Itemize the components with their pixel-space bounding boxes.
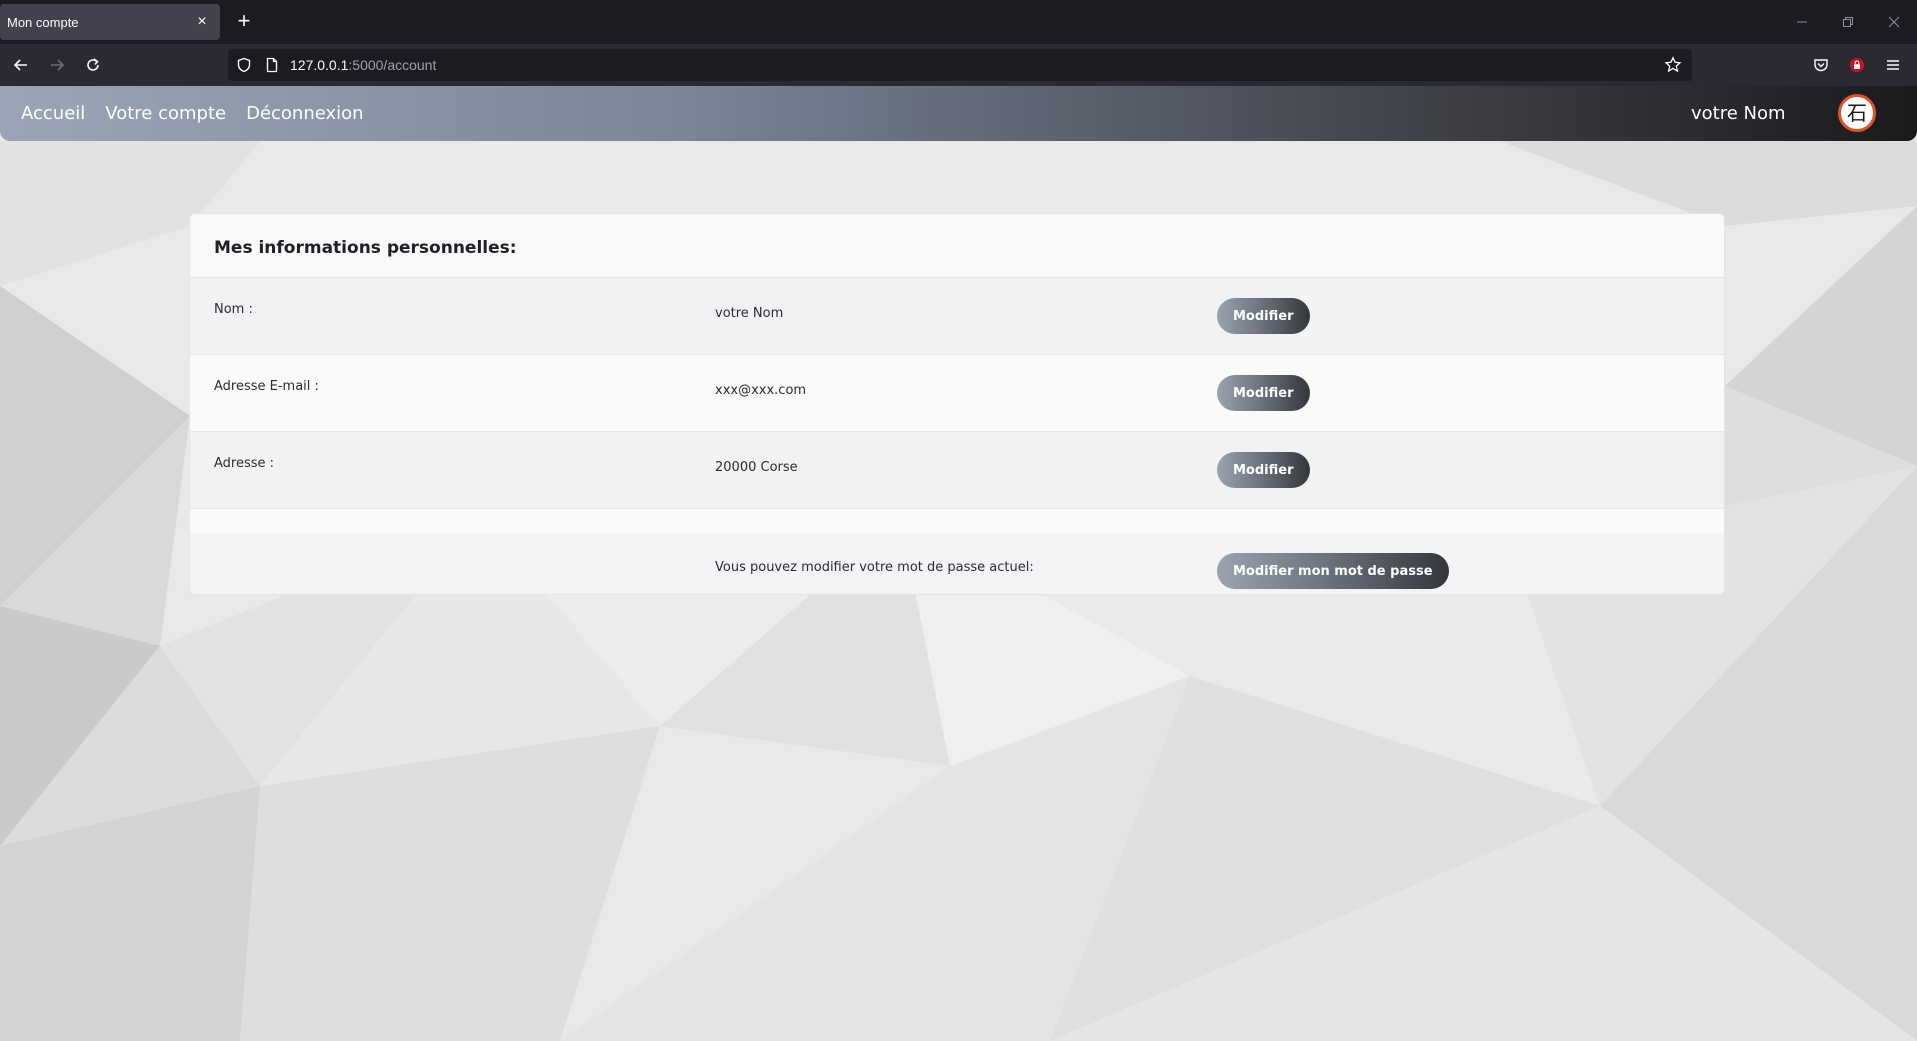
site-logo[interactable]: 石: [1838, 94, 1876, 132]
row-value: votre Nom: [715, 306, 784, 321]
page-icon[interactable]: [264, 57, 280, 78]
restore-icon[interactable]: [1825, 0, 1871, 44]
card-spacer: [190, 509, 1724, 533]
account-info-card: Mes informations personnelles: Nom : vot…: [189, 213, 1725, 595]
new-tab-icon[interactable]: +: [232, 10, 256, 34]
browser-nav-bar: 127.0.0.1:5000/account: [0, 44, 1917, 86]
site-nav: Accueil Votre compte Déconnexion: [21, 103, 364, 124]
password-text: Vous pouvez modifier votre mot de passe …: [715, 560, 1034, 575]
password-row: Vous pouvez modifier votre mot de passe …: [190, 533, 1724, 594]
back-arrow-icon[interactable]: [9, 53, 33, 77]
close-icon[interactable]: [1871, 0, 1917, 44]
browser-tab[interactable]: Mon compte ×: [0, 4, 220, 40]
row-label: Nom :: [214, 302, 253, 317]
row-label: Adresse E-mail :: [214, 379, 319, 394]
card-title: Mes informations personnelles:: [214, 238, 517, 258]
edit-address-button[interactable]: Modifier: [1217, 452, 1310, 488]
url-host: 127.0.0.1: [290, 57, 349, 73]
account-row-email: Adresse E-mail : xxx@xxx.com Modifier: [190, 355, 1724, 432]
browser-tab-bar: Mon compte × +: [0, 0, 1917, 44]
site-header: Accueil Votre compte Déconnexion votre N…: [0, 86, 1917, 141]
edit-name-button[interactable]: Modifier: [1217, 298, 1310, 334]
bookmark-star-icon[interactable]: [1664, 56, 1682, 79]
minimize-icon[interactable]: [1779, 0, 1825, 44]
forward-arrow-icon[interactable]: [45, 53, 69, 77]
row-label: Adresse :: [214, 456, 275, 471]
tab-close-icon[interactable]: ×: [192, 12, 212, 32]
row-value: 20000 Corse: [715, 460, 798, 475]
logo-kanji-icon: 石: [1847, 101, 1867, 125]
change-password-button[interactable]: Modifier mon mot de passe: [1217, 553, 1449, 589]
tab-title: Mon compte: [7, 14, 79, 30]
pocket-icon[interactable]: [1809, 53, 1833, 77]
window-controls: [1779, 0, 1917, 44]
account-row-adresse: Adresse : 20000 Corse Modifier: [190, 432, 1724, 509]
svg-text:石: 石: [1847, 101, 1867, 125]
url-text[interactable]: 127.0.0.1:5000/account: [290, 57, 436, 73]
menu-icon[interactable]: [1881, 53, 1905, 77]
edit-email-button[interactable]: Modifier: [1217, 375, 1310, 411]
page-viewport: Accueil Votre compte Déconnexion votre N…: [0, 86, 1917, 1041]
reload-icon[interactable]: [81, 53, 105, 77]
account-row-nom: Nom : votre Nom Modifier: [190, 278, 1724, 355]
row-value: xxx@xxx.com: [715, 383, 807, 398]
url-bar[interactable]: 127.0.0.1:5000/account: [228, 49, 1692, 81]
extension-lock-icon[interactable]: [1845, 53, 1869, 77]
header-user-name: votre Nom: [1691, 103, 1786, 124]
nav-link-accueil[interactable]: Accueil: [21, 103, 85, 124]
card-header: Mes informations personnelles:: [190, 214, 1724, 278]
url-path: :5000/account: [348, 57, 437, 73]
nav-link-votre-compte[interactable]: Votre compte: [105, 103, 226, 124]
nav-link-deconnexion[interactable]: Déconnexion: [246, 103, 364, 124]
shield-icon[interactable]: [236, 57, 252, 78]
